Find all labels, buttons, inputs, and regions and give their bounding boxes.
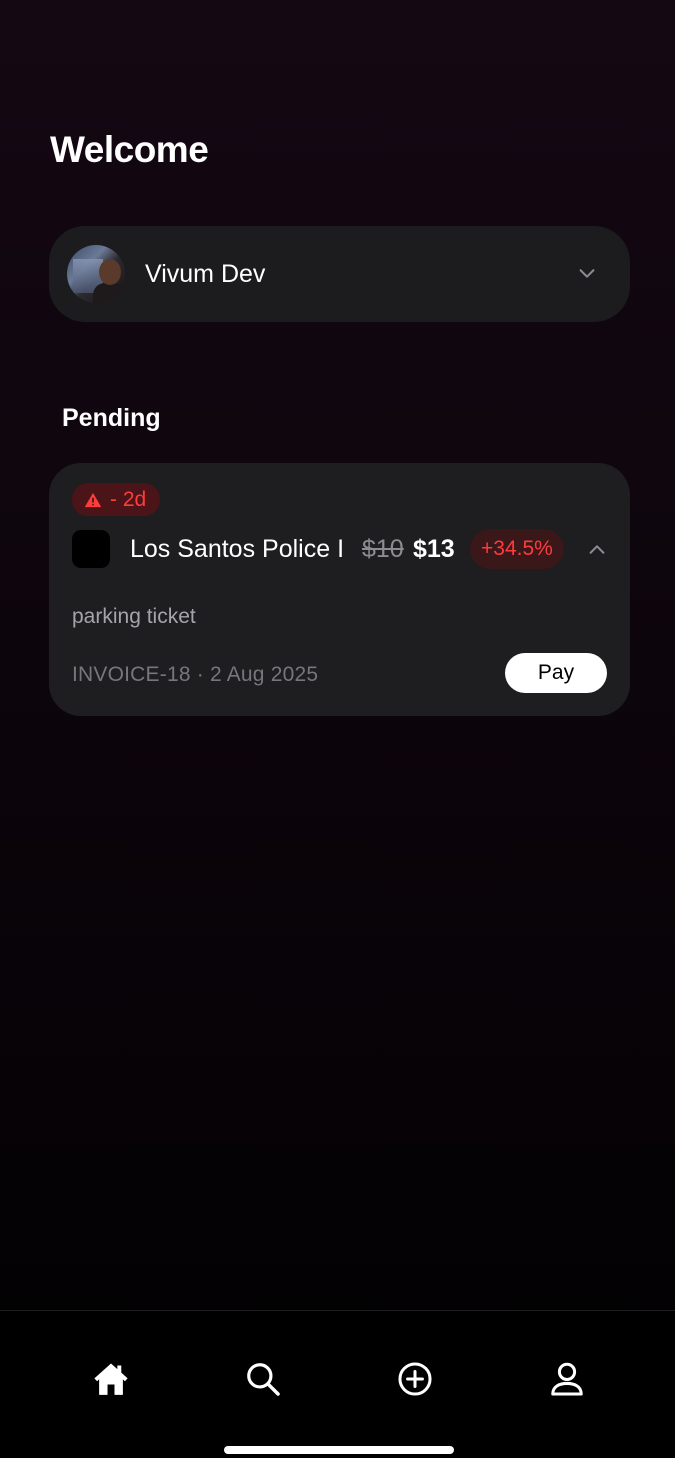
bottom-tab-bar xyxy=(0,1310,675,1458)
price-change-badge: +34.5% xyxy=(470,529,564,569)
pay-button[interactable]: Pay xyxy=(505,653,607,693)
page-title: Welcome xyxy=(50,129,209,170)
due-badge: - 2d xyxy=(72,483,161,516)
avatar-body xyxy=(93,283,125,303)
original-price: $10 xyxy=(362,535,404,563)
tab-home[interactable] xyxy=(81,1349,141,1409)
section-title-pending: Pending xyxy=(62,404,161,432)
account-name: Vivum Dev xyxy=(145,260,266,288)
search-icon xyxy=(247,1363,280,1396)
current-price: $13 xyxy=(413,535,455,563)
plus-circle-icon xyxy=(398,1362,432,1396)
invoice-meta: INVOICE-18 · 2 Aug 2025 xyxy=(72,663,319,686)
tab-create[interactable] xyxy=(385,1349,445,1409)
avatar xyxy=(67,245,125,303)
home-indicator[interactable] xyxy=(224,1446,454,1454)
invoice-card[interactable]: - 2d Los Santos Police I $10 $13 +34.5% … xyxy=(49,463,630,716)
chevron-down-icon[interactable] xyxy=(576,262,598,284)
tab-profile[interactable] xyxy=(537,1349,597,1409)
invoice-description: parking ticket xyxy=(72,605,196,628)
avatar-face xyxy=(99,259,121,285)
merchant-name: Los Santos Police I xyxy=(130,535,345,563)
merchant-logo xyxy=(72,530,110,568)
tab-search[interactable] xyxy=(233,1349,293,1409)
account-selector[interactable]: Vivum Dev xyxy=(49,226,630,322)
warning-triangle-icon xyxy=(84,492,102,507)
due-label: - 2d xyxy=(110,487,147,511)
chevron-up-icon[interactable] xyxy=(586,539,608,561)
home-icon xyxy=(94,1363,128,1395)
person-icon xyxy=(551,1362,583,1396)
